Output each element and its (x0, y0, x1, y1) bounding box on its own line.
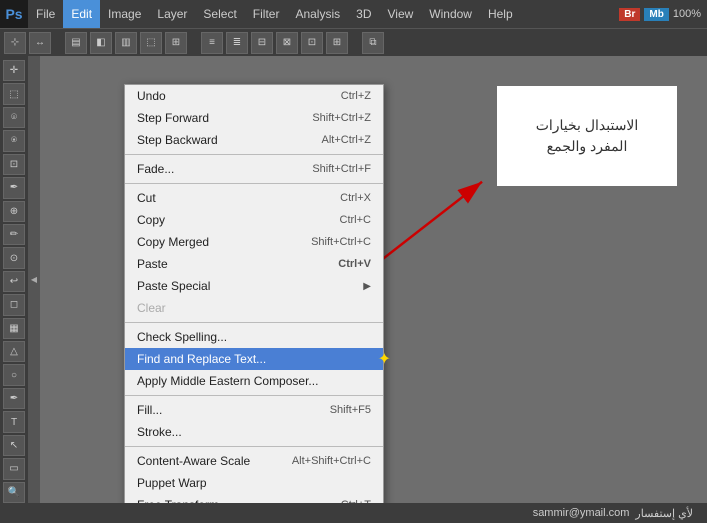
status-label: لأي إستفسار (635, 507, 693, 520)
menu-content-aware[interactable]: Content-Aware Scale Alt+Shift+Ctrl+C (125, 450, 383, 472)
menu-undo[interactable]: Undo Ctrl+Z (125, 85, 383, 107)
tools-panel: ✛ ⬚ ⌾ ⍟ ⊡ ✒ ⊕ ✏ ⊙ ↩ ◻ ▦ △ ○ ✒ T ↖ ▭ 🔍 (0, 56, 28, 503)
toolbar-btn-2[interactable]: ↔ (29, 32, 51, 54)
menubar: Ps File Edit Image Layer Select Filter A… (0, 0, 707, 28)
tool-crop[interactable]: ⊡ (3, 154, 25, 175)
tool-pen[interactable]: ✒ (3, 388, 25, 409)
tool-magic-wand[interactable]: ⍟ (3, 130, 25, 151)
menu-middle-eastern[interactable]: Apply Middle Eastern Composer... (125, 370, 383, 392)
toolbar-btn-4[interactable]: ◧ (90, 32, 112, 54)
toolbar-btn-12[interactable]: ⊡ (301, 32, 323, 54)
menu-view[interactable]: View (379, 0, 421, 28)
sep-1 (125, 154, 383, 155)
menu-paste-special[interactable]: Paste Special ▶ (125, 275, 383, 297)
menu-copy[interactable]: Copy Ctrl+C (125, 209, 383, 231)
menu-free-transform[interactable]: Free Transform Ctrl+T (125, 494, 383, 503)
menu-window[interactable]: Window (421, 0, 480, 28)
panel-toggle[interactable]: ◀ (28, 56, 40, 503)
tool-type[interactable]: T (3, 411, 25, 432)
menu-paste[interactable]: Paste Ctrl+V (125, 253, 383, 275)
menu-clear[interactable]: Clear (125, 297, 383, 319)
tool-lasso[interactable]: ⌾ (3, 107, 25, 128)
toolbar-row: ⊹ ↔ ▤ ◧ ▥ ⬚ ⊞ ≡ ≣ ⊟ ⊠ ⊡ ⊞ ⧉ (0, 28, 707, 56)
toolbar-btn-6[interactable]: ⬚ (140, 32, 162, 54)
workspace: ✛ ⬚ ⌾ ⍟ ⊡ ✒ ⊕ ✏ ⊙ ↩ ◻ ▦ △ ○ ✒ T ↖ ▭ 🔍 ◀ … (0, 56, 707, 503)
toolbar-btn-13[interactable]: ⊞ (326, 32, 348, 54)
menu-select[interactable]: Select (195, 0, 244, 28)
sep-2 (125, 183, 383, 184)
zoom-level: 100% (673, 8, 701, 20)
tool-rect-select[interactable]: ⬚ (3, 83, 25, 104)
toolbar-btn-1[interactable]: ⊹ (4, 32, 26, 54)
canvas-text-content: الاستبدال بخيارات المفرد والجمع (536, 115, 639, 157)
toolbar-btn-10[interactable]: ⊟ (251, 32, 273, 54)
menu-help[interactable]: Help (480, 0, 521, 28)
sep-5 (125, 446, 383, 447)
canvas-line2: المفرد والجمع (536, 136, 639, 157)
menu-stroke[interactable]: Stroke... (125, 421, 383, 443)
cursor-star: ✦ (378, 349, 391, 369)
ps-logo: Ps (0, 0, 28, 28)
menu-layer[interactable]: Layer (149, 0, 195, 28)
menu-3d[interactable]: 3D (348, 0, 379, 28)
menu-edit[interactable]: Edit (63, 0, 100, 28)
toolbar-btn-8[interactable]: ≡ (201, 32, 223, 54)
tool-gradient[interactable]: ▦ (3, 318, 25, 339)
toolbar-btn-14[interactable]: ⧉ (362, 32, 384, 54)
menu-image[interactable]: Image (100, 0, 149, 28)
menu-copy-merged[interactable]: Copy Merged Shift+Ctrl+C (125, 231, 383, 253)
tool-eyedropper[interactable]: ✒ (3, 177, 25, 198)
canvas-line1: الاستبدال بخيارات (536, 115, 639, 136)
menu-puppet-warp[interactable]: Puppet Warp (125, 472, 383, 494)
tool-brush[interactable]: ✏ (3, 224, 25, 245)
toolbar-btn-7[interactable]: ⊞ (165, 32, 187, 54)
tool-eraser[interactable]: ◻ (3, 294, 25, 315)
canvas-text-box: الاستبدال بخيارات المفرد والجمع (497, 86, 677, 186)
menu-cut[interactable]: Cut Ctrl+X (125, 187, 383, 209)
menu-check-spelling[interactable]: Check Spelling... (125, 326, 383, 348)
menu-analysis[interactable]: Analysis (287, 0, 348, 28)
tool-history-brush[interactable]: ↩ (3, 271, 25, 292)
toolbar-btn-3[interactable]: ▤ (65, 32, 87, 54)
menu-fade[interactable]: Fade... Shift+Ctrl+F (125, 158, 383, 180)
toolbar-btn-11[interactable]: ⊠ (276, 32, 298, 54)
tool-clone[interactable]: ⊙ (3, 247, 25, 268)
mb-badge[interactable]: Mb (644, 8, 668, 21)
tool-shape[interactable]: ▭ (3, 458, 25, 479)
right-badges: Br Mb 100% (619, 8, 707, 21)
menu-step-backward[interactable]: Step Backward Alt+Ctrl+Z (125, 129, 383, 151)
statusbar: sammir@ymail.com لأي إستفسار (0, 503, 707, 523)
menu-file[interactable]: File (28, 0, 63, 28)
menu-step-forward[interactable]: Step Forward Shift+Ctrl+Z (125, 107, 383, 129)
tool-blur[interactable]: △ (3, 341, 25, 362)
toolbar-btn-5[interactable]: ▥ (115, 32, 137, 54)
tool-zoom[interactable]: 🔍 (3, 482, 25, 503)
br-badge[interactable]: Br (619, 8, 640, 21)
menu-find-replace[interactable]: Find and Replace Text... ✦ (125, 348, 383, 370)
menu-filter[interactable]: Filter (245, 0, 288, 28)
sep-3 (125, 322, 383, 323)
sep-4 (125, 395, 383, 396)
menu-fill[interactable]: Fill... Shift+F5 (125, 399, 383, 421)
tool-path-select[interactable]: ↖ (3, 435, 25, 456)
tool-heal[interactable]: ⊕ (3, 201, 25, 222)
canvas-area[interactable]: سـ العالمي الاستبدال بخيارات المفرد والج… (40, 56, 707, 503)
dropdown-menu: Undo Ctrl+Z Step Forward Shift+Ctrl+Z St… (124, 84, 384, 503)
tool-move[interactable]: ✛ (3, 60, 25, 81)
status-email: sammir@ymail.com (533, 507, 630, 519)
toolbar-btn-9[interactable]: ≣ (226, 32, 248, 54)
tool-dodge[interactable]: ○ (3, 364, 25, 385)
